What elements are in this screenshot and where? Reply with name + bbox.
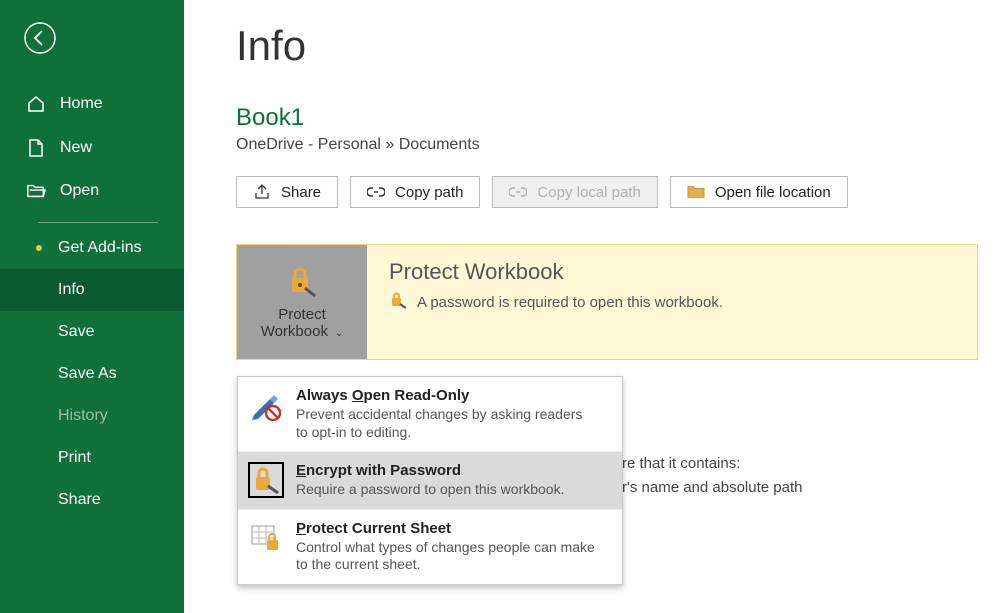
copy-path-label: Copy path	[395, 184, 463, 201]
menu-item-desc: Control what types of changes people can…	[296, 539, 596, 574]
folder-open-icon	[26, 182, 46, 200]
sidebar-item-label: Info	[58, 281, 85, 299]
sidebar-item-share[interactable]: Share	[0, 479, 184, 521]
copy-path-button[interactable]: Copy path	[350, 176, 480, 208]
sidebar-divider	[38, 222, 158, 223]
share-label: Share	[281, 184, 321, 201]
sidebar-item-home[interactable]: Home	[0, 82, 184, 126]
link-icon	[367, 183, 385, 201]
home-icon	[26, 94, 46, 114]
menu-item-title: Encrypt with Password	[296, 462, 564, 479]
protect-workbook-dropdown: Always Open Read-Only Prevent accidental…	[237, 376, 623, 585]
menu-item-title: Always Open Read-Only	[296, 387, 596, 404]
open-file-location-label: Open file location	[715, 184, 831, 201]
backstage-sidebar: Home New Open Get Add-ins Info Save Save…	[0, 0, 184, 613]
copy-local-path-button: Copy local path	[492, 176, 657, 208]
sidebar-item-open[interactable]: Open	[0, 170, 184, 212]
protect-workbook-panel: Protect Workbook ⌄ Protect Workbook A pa…	[236, 244, 978, 360]
open-file-location-button[interactable]: Open file location	[670, 176, 848, 208]
protect-workbook-button[interactable]: Protect Workbook ⌄	[237, 245, 367, 359]
menu-item-protect-current-sheet[interactable]: Protect Current Sheet Control what types…	[238, 509, 622, 584]
sidebar-item-label: Home	[60, 95, 103, 113]
menu-item-desc: Prevent accidental changes by asking rea…	[296, 406, 596, 441]
sheet-lock-icon	[248, 520, 284, 556]
sidebar-item-print[interactable]: Print	[0, 437, 184, 479]
lock-key-icon	[285, 264, 319, 302]
sidebar-item-label: New	[60, 139, 92, 157]
inspect-text-fragment: re that it contains: r's name and absolu…	[622, 452, 802, 500]
sidebar-item-label: Open	[60, 182, 99, 200]
protect-btn-line1: Protect	[278, 306, 326, 323]
back-button[interactable]	[22, 22, 58, 58]
sidebar-item-save[interactable]: Save	[0, 311, 184, 353]
menu-item-open-read-only[interactable]: Always Open Read-Only Prevent accidental…	[238, 377, 622, 451]
breadcrumb: OneDrive - Personal » Documents	[236, 136, 1002, 154]
sidebar-item-label: Get Add-ins	[58, 239, 142, 257]
action-row: Share Copy path Copy local path Open fil…	[236, 176, 1002, 208]
sidebar-item-save-as[interactable]: Save As	[0, 353, 184, 395]
sidebar-item-label: Save As	[58, 365, 117, 383]
sidebar-item-get-addins[interactable]: Get Add-ins	[0, 227, 184, 269]
folder-icon	[687, 183, 705, 201]
protect-status: A password is required to open this work…	[417, 294, 723, 311]
share-icon	[253, 183, 271, 201]
menu-item-encrypt-password[interactable]: Encrypt with Password Require a password…	[238, 451, 622, 509]
sidebar-item-history[interactable]: History	[0, 395, 184, 437]
new-doc-icon	[26, 138, 46, 158]
sidebar-item-label: Print	[58, 449, 91, 467]
chevron-down-icon: ⌄	[332, 328, 343, 339]
page-title: Info	[236, 22, 1002, 70]
lock-key-icon	[248, 462, 284, 498]
sidebar-item-info[interactable]: Info	[0, 269, 184, 311]
protect-heading: Protect Workbook	[389, 259, 723, 285]
menu-item-desc: Require a password to open this workbook…	[296, 481, 564, 499]
lock-key-icon	[389, 291, 407, 313]
sidebar-item-label: History	[58, 407, 108, 425]
sidebar-item-new[interactable]: New	[0, 126, 184, 170]
menu-item-title: Protect Current Sheet	[296, 520, 596, 537]
sidebar-item-label: Share	[58, 491, 101, 509]
link-icon	[509, 183, 527, 201]
pencil-forbid-icon	[248, 387, 284, 423]
copy-local-path-label: Copy local path	[537, 184, 640, 201]
protect-btn-line2: Workbook	[261, 323, 328, 340]
sidebar-item-label: Save	[58, 323, 94, 341]
back-arrow-icon	[23, 21, 57, 60]
document-name: Book1	[236, 104, 1002, 132]
share-button[interactable]: Share	[236, 176, 338, 208]
